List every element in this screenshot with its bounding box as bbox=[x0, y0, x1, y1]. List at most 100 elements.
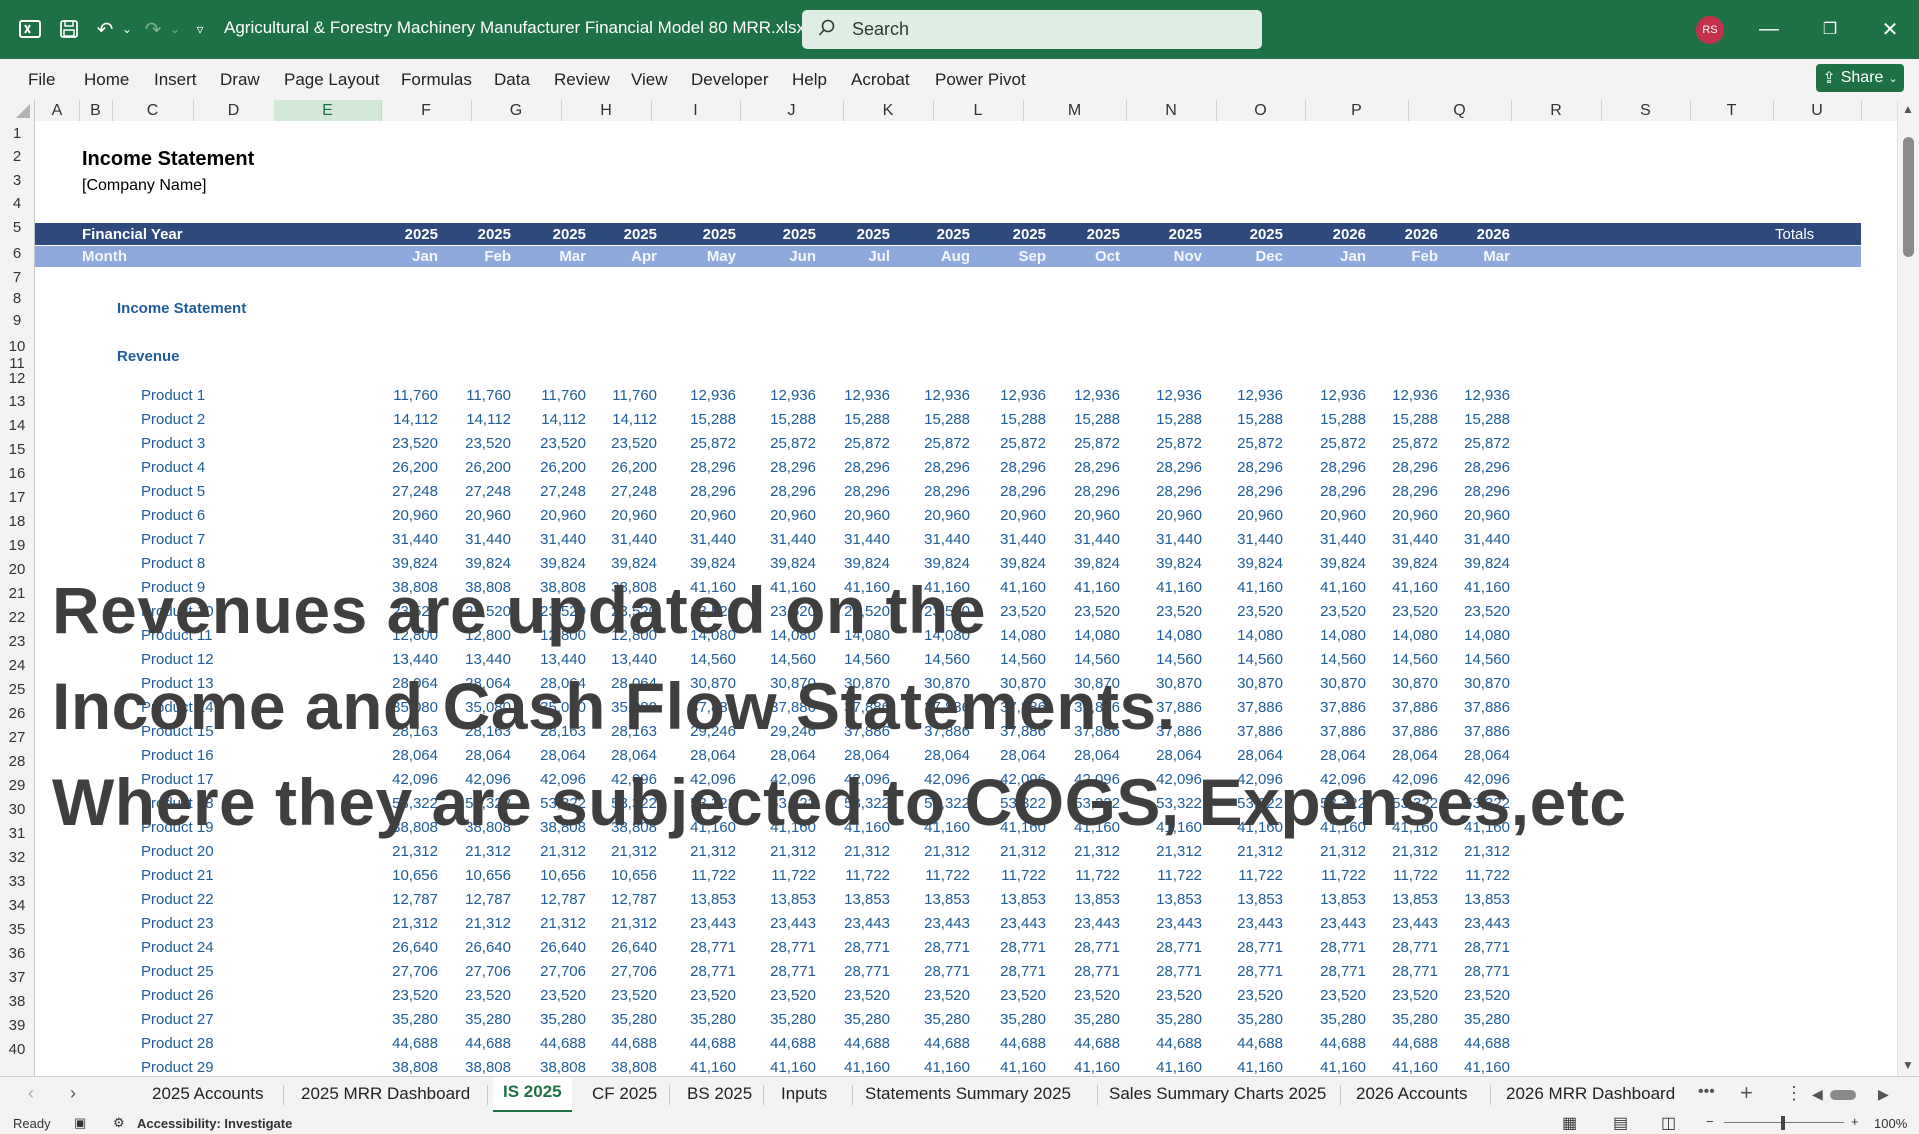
revenue-cell[interactable]: 44,688 bbox=[368, 1035, 438, 1052]
revenue-cell[interactable]: 44,688 bbox=[820, 1035, 890, 1052]
tab-next-icon[interactable]: › bbox=[70, 1083, 76, 1104]
revenue-cell[interactable]: 23,520 bbox=[1050, 603, 1120, 620]
row-header[interactable]: 26 bbox=[0, 705, 34, 722]
revenue-cell[interactable]: 21,312 bbox=[1213, 843, 1283, 860]
revenue-cell[interactable]: 14,112 bbox=[441, 411, 511, 428]
sheet-tab[interactable]: 2026 Accounts bbox=[1346, 1084, 1478, 1104]
revenue-cell[interactable]: 28,771 bbox=[1440, 939, 1510, 956]
revenue-cell[interactable]: 13,853 bbox=[746, 891, 816, 908]
revenue-cell[interactable]: 23,443 bbox=[666, 915, 736, 932]
revenue-cell[interactable]: 11,722 bbox=[746, 867, 816, 884]
revenue-cell[interactable]: 13,440 bbox=[587, 651, 657, 668]
scroll-up-icon[interactable]: ▲ bbox=[1902, 102, 1914, 116]
row-header[interactable]: 6 bbox=[0, 245, 34, 262]
revenue-cell[interactable]: 13,853 bbox=[1050, 891, 1120, 908]
revenue-cell[interactable]: 28,296 bbox=[1296, 459, 1366, 476]
more-tabs-icon[interactable]: ••• bbox=[1698, 1083, 1715, 1101]
revenue-cell[interactable]: 20,960 bbox=[1368, 507, 1438, 524]
row-header[interactable]: 4 bbox=[0, 195, 34, 212]
revenue-cell[interactable]: 44,688 bbox=[1296, 1035, 1366, 1052]
revenue-cell[interactable]: 21,312 bbox=[666, 843, 736, 860]
menu-data[interactable]: Data bbox=[494, 70, 530, 90]
revenue-cell[interactable]: 21,312 bbox=[976, 843, 1046, 860]
revenue-cell[interactable]: 11,760 bbox=[368, 387, 438, 404]
sheet-tab[interactable]: 2025 MRR Dashboard bbox=[291, 1084, 480, 1104]
revenue-cell[interactable]: 21,312 bbox=[1440, 843, 1510, 860]
revenue-cell[interactable]: 20,960 bbox=[900, 507, 970, 524]
revenue-cell[interactable]: 26,640 bbox=[441, 939, 511, 956]
revenue-cell[interactable]: 14,560 bbox=[1132, 651, 1202, 668]
revenue-cell[interactable]: 14,080 bbox=[1213, 627, 1283, 644]
revenue-cell[interactable]: 28,064 bbox=[1132, 747, 1202, 764]
row-header[interactable]: 39 bbox=[0, 1017, 34, 1034]
revenue-cell[interactable]: 23,520 bbox=[587, 987, 657, 1004]
revenue-cell[interactable]: 38,808 bbox=[441, 1059, 511, 1076]
revenue-cell[interactable]: 44,688 bbox=[900, 1035, 970, 1052]
revenue-cell[interactable]: 39,824 bbox=[900, 555, 970, 572]
revenue-cell[interactable]: 25,872 bbox=[1132, 435, 1202, 452]
revenue-cell[interactable]: 13,853 bbox=[1368, 891, 1438, 908]
revenue-cell[interactable]: 28,296 bbox=[1368, 483, 1438, 500]
revenue-cell[interactable]: 41,160 bbox=[666, 1059, 736, 1076]
revenue-cell[interactable]: 31,440 bbox=[746, 531, 816, 548]
revenue-cell[interactable]: 41,160 bbox=[1132, 1059, 1202, 1076]
revenue-cell[interactable]: 10,656 bbox=[368, 867, 438, 884]
row-header[interactable]: 12 bbox=[0, 370, 34, 387]
revenue-cell[interactable]: 23,520 bbox=[441, 435, 511, 452]
column-header[interactable]: B bbox=[79, 100, 113, 121]
sheet-tab-active[interactable]: IS 2025 bbox=[493, 1077, 572, 1113]
row-header[interactable]: 30 bbox=[0, 801, 34, 818]
vertical-scrollbar[interactable]: ▲ ▼ bbox=[1897, 100, 1919, 1076]
revenue-cell[interactable]: 41,160 bbox=[1440, 579, 1510, 596]
revenue-cell[interactable]: 28,064 bbox=[746, 747, 816, 764]
zoom-out-icon[interactable]: − bbox=[1706, 1114, 1714, 1129]
revenue-cell[interactable]: 23,520 bbox=[587, 435, 657, 452]
revenue-cell[interactable]: 28,771 bbox=[1440, 963, 1510, 980]
revenue-cell[interactable]: 26,200 bbox=[516, 459, 586, 476]
row-header[interactable]: 3 bbox=[0, 172, 34, 189]
revenue-cell[interactable]: 28,064 bbox=[441, 747, 511, 764]
revenue-cell[interactable]: 44,688 bbox=[1050, 1035, 1120, 1052]
revenue-cell[interactable]: 23,520 bbox=[1368, 603, 1438, 620]
revenue-cell[interactable]: 13,440 bbox=[441, 651, 511, 668]
revenue-cell[interactable]: 38,808 bbox=[368, 1059, 438, 1076]
revenue-cell[interactable]: 25,872 bbox=[1296, 435, 1366, 452]
revenue-cell[interactable]: 23,520 bbox=[1050, 987, 1120, 1004]
revenue-cell[interactable]: 28,771 bbox=[976, 963, 1046, 980]
zoom-level[interactable]: 100% bbox=[1874, 1116, 1907, 1131]
revenue-cell[interactable]: 39,824 bbox=[820, 555, 890, 572]
revenue-cell[interactable]: 28,296 bbox=[1368, 459, 1438, 476]
revenue-cell[interactable]: 11,722 bbox=[1440, 867, 1510, 884]
column-header[interactable]: C bbox=[112, 100, 194, 121]
column-header[interactable]: G bbox=[471, 100, 562, 121]
revenue-cell[interactable]: 37,886 bbox=[1296, 723, 1366, 740]
revenue-cell[interactable]: 23,443 bbox=[1440, 915, 1510, 932]
revenue-cell[interactable]: 11,722 bbox=[1050, 867, 1120, 884]
revenue-cell[interactable]: 14,560 bbox=[820, 651, 890, 668]
sheet-options-icon[interactable]: ⋮ bbox=[1785, 1083, 1803, 1104]
revenue-cell[interactable]: 37,886 bbox=[1368, 699, 1438, 716]
revenue-cell[interactable]: 28,296 bbox=[1440, 459, 1510, 476]
revenue-cell[interactable]: 15,288 bbox=[1296, 411, 1366, 428]
revenue-cell[interactable]: 23,520 bbox=[1296, 987, 1366, 1004]
revenue-cell[interactable]: 28,064 bbox=[820, 747, 890, 764]
row-header[interactable]: 21 bbox=[0, 585, 34, 602]
row-header[interactable]: 19 bbox=[0, 537, 34, 554]
sheet-tab[interactable]: BS 2025 bbox=[677, 1084, 762, 1104]
revenue-cell[interactable]: 23,520 bbox=[1368, 987, 1438, 1004]
revenue-cell[interactable]: 27,706 bbox=[368, 963, 438, 980]
revenue-cell[interactable]: 25,872 bbox=[1440, 435, 1510, 452]
revenue-cell[interactable]: 28,771 bbox=[820, 963, 890, 980]
revenue-cell[interactable]: 41,160 bbox=[1368, 579, 1438, 596]
revenue-cell[interactable]: 11,722 bbox=[1132, 867, 1202, 884]
revenue-cell[interactable]: 37,886 bbox=[1368, 723, 1438, 740]
revenue-cell[interactable]: 10,656 bbox=[441, 867, 511, 884]
revenue-cell[interactable]: 11,722 bbox=[1296, 867, 1366, 884]
revenue-cell[interactable]: 23,520 bbox=[1132, 987, 1202, 1004]
revenue-cell[interactable]: 20,960 bbox=[516, 507, 586, 524]
column-header[interactable]: F bbox=[381, 100, 472, 121]
revenue-cell[interactable]: 41,160 bbox=[976, 579, 1046, 596]
revenue-cell[interactable]: 28,771 bbox=[1213, 939, 1283, 956]
column-header[interactable]: O bbox=[1216, 100, 1306, 121]
revenue-cell[interactable]: 41,160 bbox=[1132, 579, 1202, 596]
